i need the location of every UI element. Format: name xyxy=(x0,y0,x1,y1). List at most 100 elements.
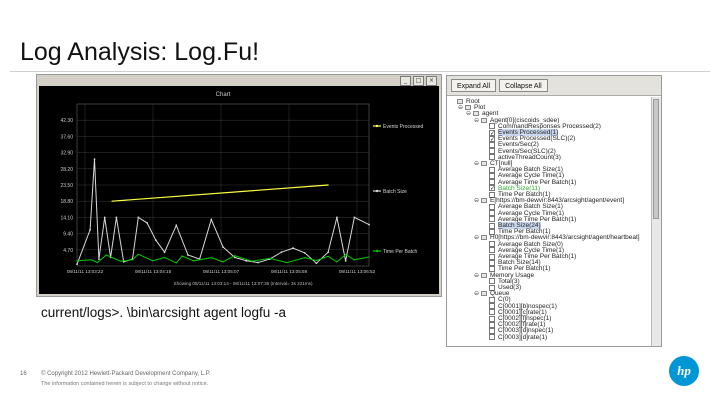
series-line-batch-size xyxy=(76,159,370,265)
data-point xyxy=(146,222,148,224)
data-point xyxy=(353,216,356,219)
data-point xyxy=(344,259,347,262)
data-point xyxy=(76,260,78,262)
data-point xyxy=(335,216,338,219)
x-tick-label: 08/11/11 13:06:52 xyxy=(339,269,376,274)
data-point xyxy=(336,261,338,263)
data-point xyxy=(222,261,224,263)
data-point xyxy=(315,262,318,265)
chart-area[interactable]: Chart 42.30 37.60 32.90 28.20 23.50 18.80 14.10… xyxy=(39,86,439,294)
tree-view[interactable]: Root ⊖ Plot ⊖ agent ⊖ Agent[0](ciscoids_sdee) C… xyxy=(447,97,651,346)
data-point xyxy=(131,259,134,261)
data-point xyxy=(93,158,96,161)
y-tick-label: 37.60 xyxy=(60,134,73,140)
tree-panel: Expand All Collapse All Root ⊖ Plot ⊖ agent ⊖… xyxy=(446,75,662,347)
data-point xyxy=(368,256,370,258)
slide-title: Log Analysis: Log.Fu! xyxy=(20,38,260,66)
data-point xyxy=(345,254,347,256)
data-point xyxy=(304,257,306,259)
legend-label: Batch Size xyxy=(383,189,407,195)
page-number: 16 xyxy=(20,371,27,377)
data-point xyxy=(175,262,177,264)
tree-row-label: C[0003][d]rate(1) xyxy=(498,333,548,341)
data-point xyxy=(368,223,370,226)
data-point xyxy=(105,254,107,256)
data-point xyxy=(89,228,92,231)
data-point xyxy=(251,260,253,262)
copyright-text: © Copyright 2012 Hewlett-Packard Develop… xyxy=(41,371,211,377)
chart-title: Chart xyxy=(216,92,231,98)
x-tick-label: 08/11/11 13:03:22 xyxy=(67,269,104,274)
expand-all-button[interactable]: Expand All xyxy=(451,79,497,92)
data-point xyxy=(111,200,113,202)
data-point xyxy=(154,239,157,242)
data-point xyxy=(96,261,99,264)
hp-logo: hp xyxy=(669,356,699,386)
collapse-all-button[interactable]: Collapse All xyxy=(499,79,548,92)
window-controls: _ □ × xyxy=(400,76,437,86)
close-button[interactable]: × xyxy=(426,76,437,86)
data-point xyxy=(175,224,178,227)
data-point xyxy=(163,251,166,254)
y-tick-label: 14.10 xyxy=(60,215,73,221)
data-point xyxy=(327,184,329,186)
data-point xyxy=(115,216,118,219)
data-point xyxy=(137,216,140,219)
data-point xyxy=(91,259,93,261)
data-point xyxy=(353,259,355,261)
data-point xyxy=(315,259,318,262)
data-point xyxy=(210,218,213,221)
data-point xyxy=(98,258,100,261)
y-tick-label: 23.50 xyxy=(60,183,73,189)
y-tick-label: 4.70 xyxy=(63,248,73,254)
series-line-events-processed xyxy=(111,184,329,202)
chart-status-text: Showing 08/11/11 13:03:14 - 08/11/11 13:… xyxy=(174,281,313,286)
legend-marker xyxy=(375,124,379,128)
data-point xyxy=(120,260,122,262)
data-point xyxy=(280,251,283,254)
tree-checkbox[interactable] xyxy=(489,334,495,341)
data-point xyxy=(303,252,306,254)
chart-window: _ □ × Chart 42.30 37.60 32.90 28.20 23.50 18.8… xyxy=(36,74,442,297)
x-tick-label: 08/11/11 13:05:59 xyxy=(271,269,308,274)
data-point xyxy=(103,216,106,219)
tree-row[interactable]: C[0003][d]rate(1) xyxy=(447,333,547,342)
data-point xyxy=(210,257,212,259)
data-point xyxy=(257,261,259,264)
data-point xyxy=(234,255,236,257)
y-tick-label: 18.80 xyxy=(60,199,73,205)
data-point xyxy=(164,256,166,258)
legend-marker xyxy=(375,249,379,253)
title-divider xyxy=(10,71,710,72)
legend-label: Events Processed xyxy=(383,124,424,130)
maximize-button[interactable]: □ xyxy=(413,76,424,86)
data-point xyxy=(269,257,271,260)
data-point xyxy=(327,251,330,254)
data-point xyxy=(233,256,236,259)
data-point xyxy=(245,259,248,262)
y-tick-label: 9.40 xyxy=(63,232,73,238)
command-line: current/logs>. \bin\arcsight agent logfu… xyxy=(41,305,287,320)
data-point xyxy=(76,263,78,266)
x-tick-label: 08/11/11 13:05:07 xyxy=(203,269,240,274)
data-point xyxy=(292,247,294,249)
data-point xyxy=(152,260,154,262)
data-point xyxy=(327,255,329,257)
data-point xyxy=(193,260,195,262)
data-point xyxy=(137,253,139,255)
y-tick-label: 32.90 xyxy=(60,151,73,157)
legend-label: Time Per Batch xyxy=(383,249,417,255)
hp-logo-text: hp xyxy=(677,363,691,378)
y-tick-label: 28.20 xyxy=(60,167,73,173)
tree-toolbar: Expand All Collapse All xyxy=(447,76,661,96)
scrollbar-thumb[interactable] xyxy=(653,99,659,219)
data-point xyxy=(181,255,183,257)
disclaimer-text: The information contained herein is subj… xyxy=(41,381,209,387)
line-chart: Chart 42.30 37.60 32.90 28.20 23.50 18.80 14.10… xyxy=(60,92,424,286)
minimize-button[interactable]: _ xyxy=(400,76,411,86)
legend-marker xyxy=(375,189,379,193)
data-point xyxy=(187,254,189,256)
tree-scrollbar[interactable] xyxy=(651,97,661,346)
x-tick-label: 08/11/11 13:04:15 xyxy=(135,269,172,274)
data-point xyxy=(286,261,288,264)
